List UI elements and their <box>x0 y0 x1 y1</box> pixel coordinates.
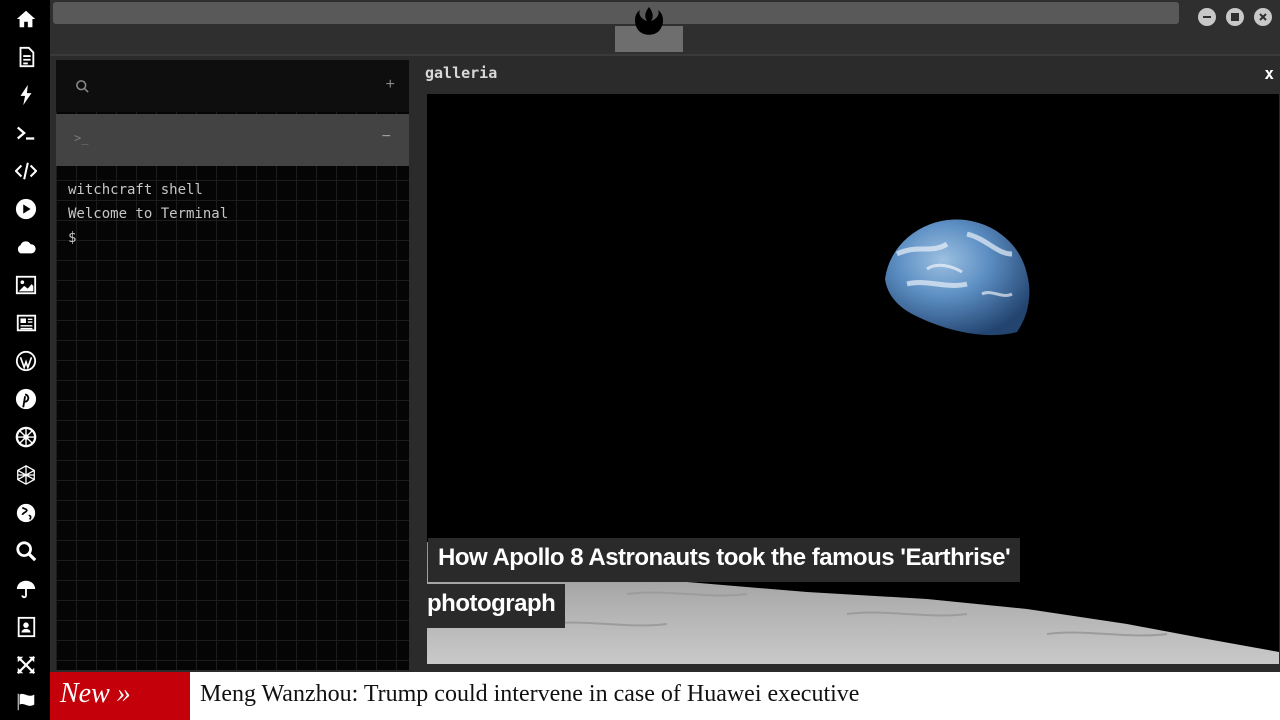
terminal-output[interactable]: witchcraft shell Welcome to Terminal $ <box>68 178 398 250</box>
minimize-icon <box>1203 16 1211 18</box>
terminal-prompt[interactable]: $ <box>68 226 398 250</box>
bolt-icon[interactable] <box>13 82 39 108</box>
play-icon[interactable] <box>13 196 39 222</box>
search-icon[interactable] <box>13 538 39 564</box>
new-badge: New » <box>50 672 190 720</box>
collapse-terminal-button[interactable]: − <box>382 128 391 146</box>
pinterest-icon[interactable] <box>13 386 39 412</box>
terminal-line: witchcraft shell <box>68 182 203 198</box>
umbrella-icon[interactable] <box>13 576 39 602</box>
close-button[interactable] <box>1254 8 1272 26</box>
panel-title: galleria <box>425 64 498 82</box>
rebel-alliance-icon <box>634 7 664 35</box>
prompt-icon: >_ <box>74 131 89 145</box>
photo-caption-line: How Apollo 8 Astronauts took the famous … <box>428 538 1021 582</box>
contact-icon[interactable] <box>13 614 39 640</box>
wordpress-icon[interactable] <box>13 348 39 374</box>
top-bar <box>50 0 1280 56</box>
cloud-icon[interactable] <box>13 234 39 260</box>
close-icon <box>1259 13 1267 21</box>
address-bar[interactable] <box>53 2 1179 24</box>
image-icon[interactable] <box>13 272 39 298</box>
terminal-tab[interactable]: >_ − <box>56 114 409 166</box>
terminal-panel: + >_ − witchcraft shell Welcome to Termi… <box>56 60 409 670</box>
expand-icon[interactable] <box>13 652 39 678</box>
maximize-icon <box>1231 13 1239 21</box>
photo-caption-line: photograph <box>427 584 566 628</box>
flag-icon[interactable] <box>13 688 39 714</box>
minimize-button[interactable] <box>1198 8 1216 26</box>
terminal-icon[interactable] <box>13 120 39 146</box>
terminal-search-row[interactable]: + <box>56 60 409 112</box>
globe-icon[interactable] <box>13 500 39 526</box>
maximize-button[interactable] <box>1226 8 1244 26</box>
empire-icon[interactable] <box>13 424 39 450</box>
add-terminal-button[interactable]: + <box>386 76 395 94</box>
search-icon[interactable] <box>75 79 90 94</box>
terminal-line: Welcome to Terminal <box>68 206 229 222</box>
ticker-headline[interactable]: Meng Wanzhou: Trump could intervene in c… <box>200 681 859 708</box>
close-panel-button[interactable]: x <box>1264 64 1274 83</box>
network-icon[interactable] <box>13 462 39 488</box>
home-icon[interactable] <box>13 6 39 32</box>
news-ticker: New » Meng Wanzhou: Trump could interven… <box>50 672 1280 720</box>
code-icon[interactable] <box>13 158 39 184</box>
app-sidebar <box>0 0 50 720</box>
newspaper-icon[interactable] <box>13 310 39 336</box>
document-icon[interactable] <box>13 44 39 70</box>
